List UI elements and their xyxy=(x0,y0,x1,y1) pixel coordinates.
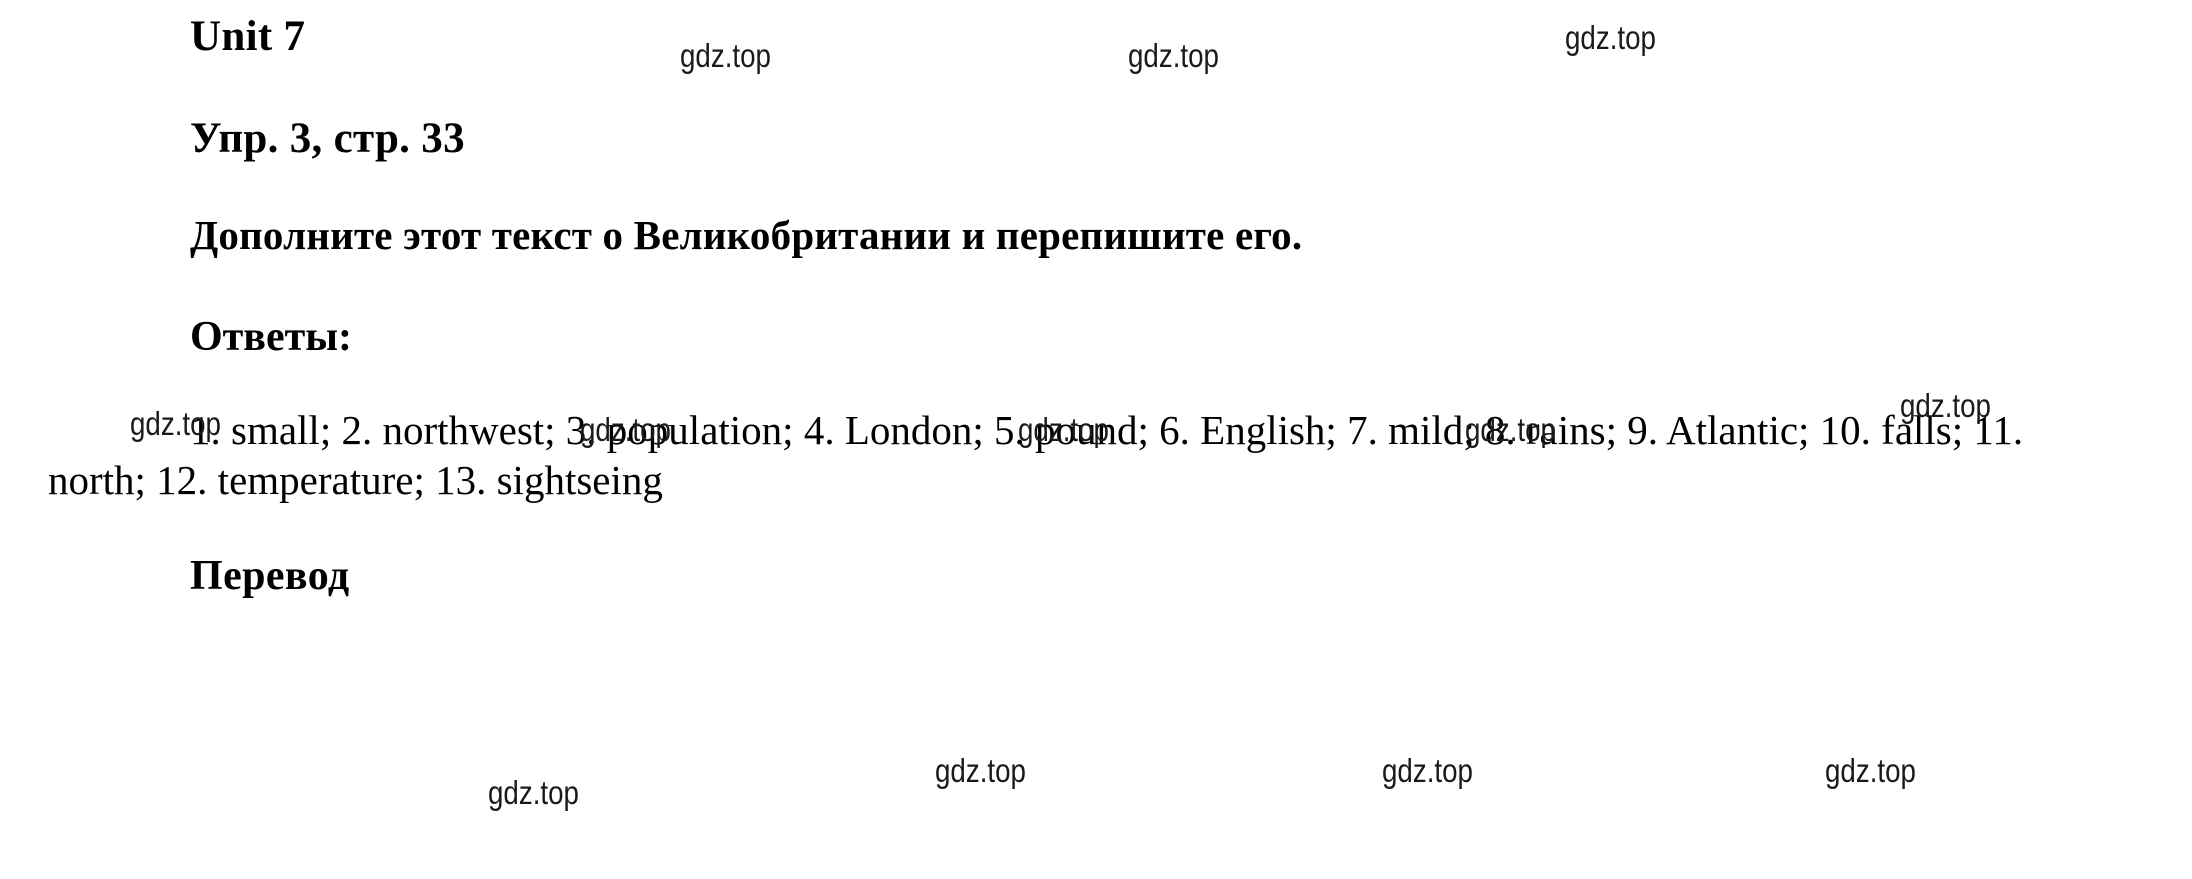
watermark-9: gdz.top xyxy=(488,774,579,811)
watermark-2: gdz.top xyxy=(1128,37,1219,74)
task-instruction: Дополните этот текст о Великобритании и … xyxy=(190,212,1303,258)
unit-title: Unit 7 xyxy=(190,13,306,60)
watermark-10: gdz.top xyxy=(935,752,1026,789)
watermark-12: gdz.top xyxy=(1825,752,1916,789)
watermark-1: gdz.top xyxy=(680,37,771,74)
watermark-4: gdz.top xyxy=(130,405,221,442)
watermark-6: gdz.top xyxy=(1018,411,1109,448)
exercise-reference: Упр. 3, стр. 33 xyxy=(190,115,465,162)
watermark-7: gdz.top xyxy=(1465,411,1556,448)
watermark-5: gdz.top xyxy=(580,411,671,448)
watermark-11: gdz.top xyxy=(1382,752,1473,789)
watermark-8: gdz.top xyxy=(1900,387,1991,424)
page-canvas: Unit 7 Упр. 3, стр. 33 Дополните этот те… xyxy=(0,0,2192,879)
answers-heading: Ответы: xyxy=(190,314,353,360)
watermark-3: gdz.top xyxy=(1565,19,1656,56)
translation-heading: Перевод xyxy=(190,553,350,599)
